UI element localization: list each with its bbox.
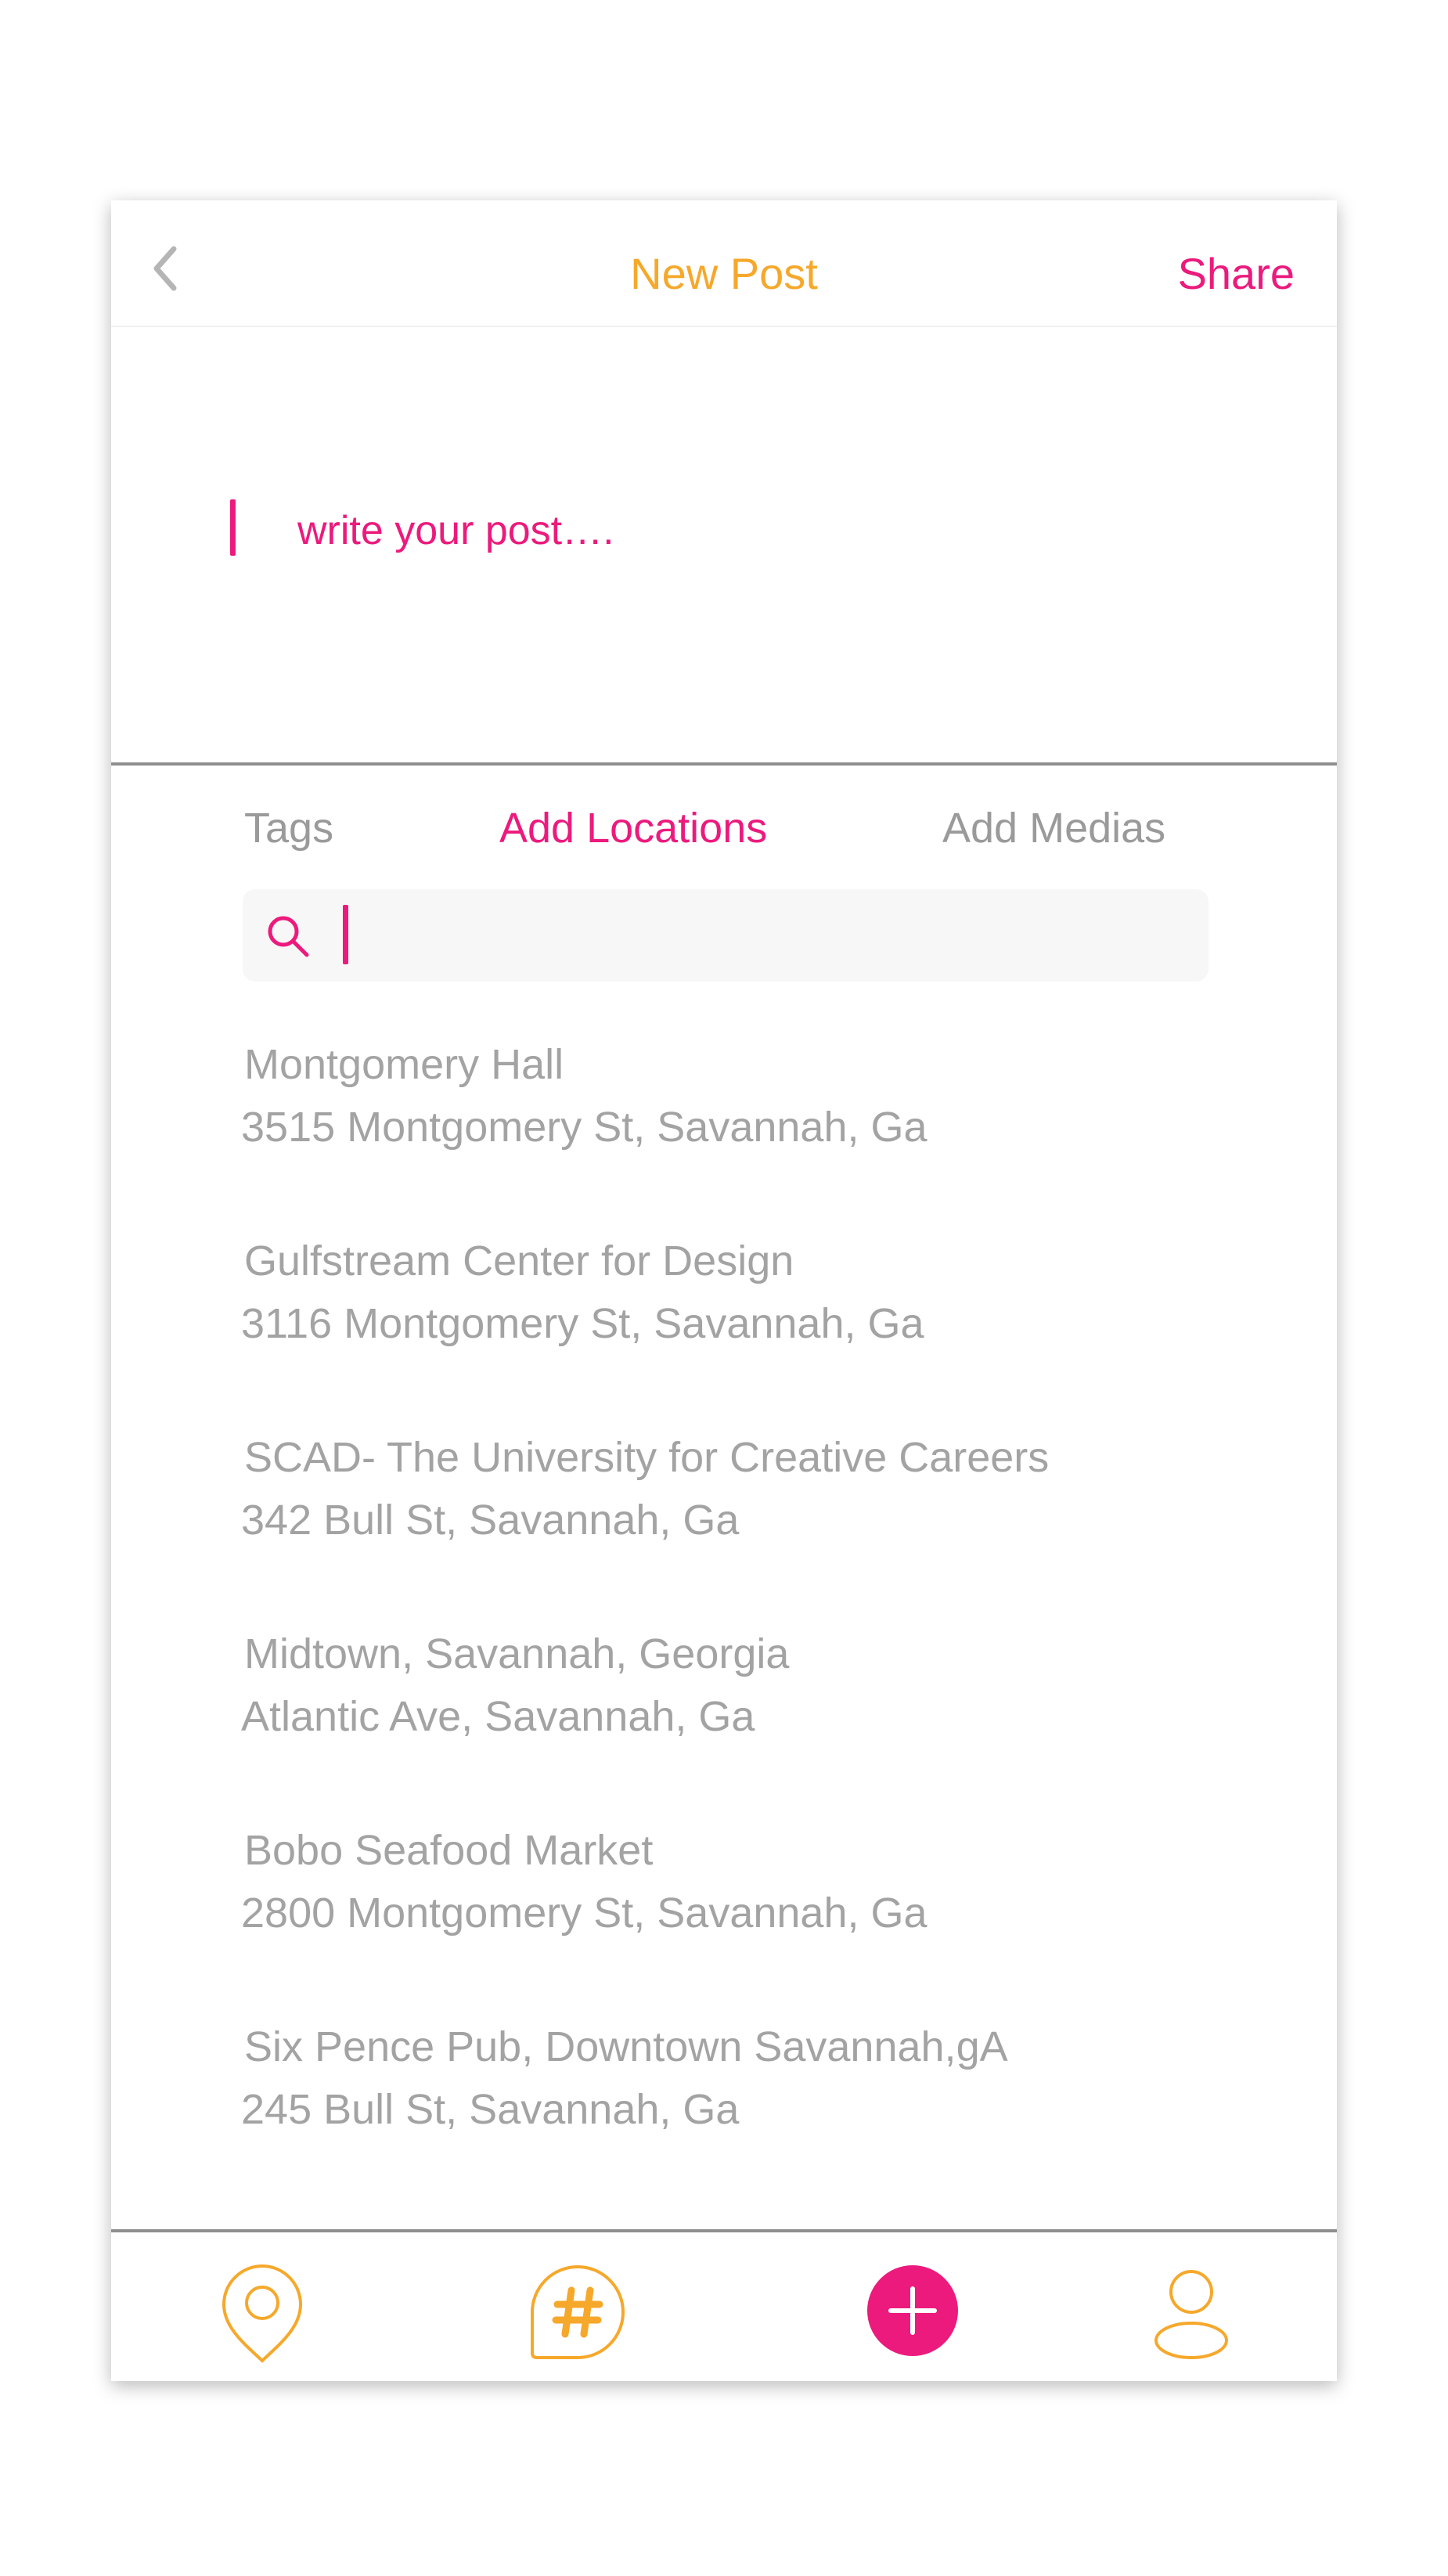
location-name: Bobo Seafood Market — [244, 1827, 654, 1874]
post-placeholder: write your post…. — [297, 508, 614, 553]
search-icon — [265, 913, 312, 960]
post-compose-area[interactable]: write your post…. — [111, 327, 1337, 964]
tab-add-locations[interactable]: Add Locations — [499, 803, 767, 853]
page-title: New Post — [630, 249, 818, 298]
list-item[interactable]: Montgomery Hall 3515 Montgomery St, Sava… — [241, 1039, 1259, 1236]
divider — [111, 762, 1337, 766]
share-button[interactable]: Share — [1178, 249, 1295, 299]
location-name: Midtown, Savannah, Georgia — [244, 1630, 790, 1677]
plus-icon[interactable] — [866, 2264, 960, 2358]
list-item[interactable]: SCAD- The University for Creative Career… — [241, 1432, 1259, 1629]
header-bar: New Post Share — [111, 200, 1337, 327]
list-item[interactable]: Midtown, Savannah, Georgia Atlantic Ave,… — [241, 1629, 1259, 1825]
location-address: 3515 Montgomery St, Savannah, Ga — [241, 1104, 928, 1151]
profile-icon[interactable] — [1152, 2268, 1230, 2361]
list-item[interactable]: Bobo Seafood Market 2800 Montgomery St, … — [241, 1825, 1259, 2022]
bottom-nav — [111, 2232, 1337, 2381]
location-name: SCAD- The University for Creative Career… — [244, 1434, 1050, 1481]
location-address: 342 Bull St, Savannah, Ga — [241, 1497, 740, 1544]
phone-screen: New Post Share write your post…. Tags Ad… — [111, 200, 1337, 2381]
list-item[interactable]: Gulfstream Center for Design 3116 Montgo… — [241, 1236, 1259, 1432]
location-address: 2800 Montgomery St, Savannah, Ga — [241, 1890, 928, 1937]
tab-add-medias[interactable]: Add Medias — [942, 803, 1165, 853]
search-caret — [343, 905, 348, 964]
location-address: 3116 Montgomery St, Savannah, Ga — [241, 1300, 924, 1347]
location-name: Montgomery Hall — [244, 1041, 564, 1088]
search-input[interactable] — [360, 897, 1193, 975]
tab-tags[interactable]: Tags — [244, 803, 333, 853]
post-option-tabs: Tags Add Locations Add Medias — [111, 803, 1337, 866]
location-list: Montgomery Hall 3515 Montgomery St, Sava… — [241, 1039, 1259, 2218]
list-item[interactable]: Six Pence Pub, Downtown Savannah,gA 245 … — [241, 2022, 1259, 2218]
location-name: Gulfstream Center for Design — [244, 1238, 794, 1284]
location-name: Six Pence Pub, Downtown Savannah,gA — [244, 2023, 1008, 2070]
location-address: 245 Bull St, Savannah, Ga — [241, 2086, 740, 2133]
location-pin-icon[interactable] — [219, 2264, 305, 2365]
text-caret — [230, 499, 236, 556]
location-search-box[interactable] — [243, 889, 1208, 982]
hashtag-icon[interactable] — [529, 2264, 626, 2361]
location-address: Atlantic Ave, Savannah, Ga — [241, 1693, 755, 1740]
